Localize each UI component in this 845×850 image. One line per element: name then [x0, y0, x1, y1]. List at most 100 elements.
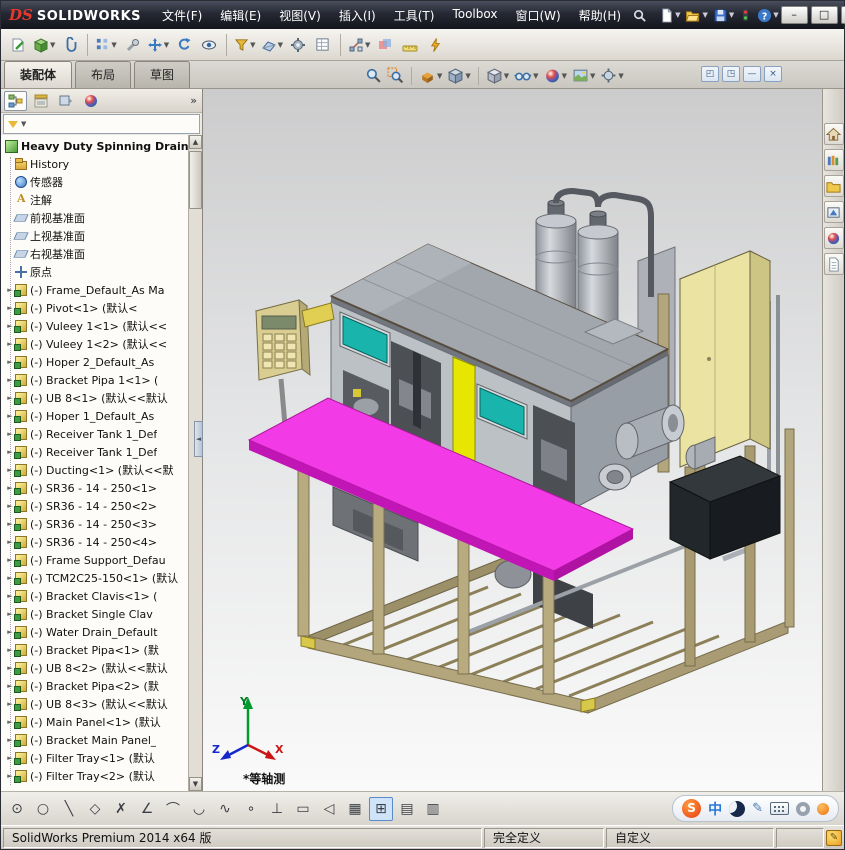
tree-item[interactable]: ► (-) Receiver Tank 1_Def	[5, 425, 188, 443]
tree-item[interactable]: ► (-) Ducting<1> (默认<<默	[5, 461, 188, 479]
tree-item[interactable]: ► (-) UB 8<3> (默认<<默认	[5, 695, 188, 713]
save-document-icon[interactable]: ▼	[711, 6, 736, 25]
tree-item[interactable]: ► (-) Frame Support_Defau	[5, 551, 188, 569]
featuremanager-tab-icon[interactable]	[4, 90, 27, 111]
trim-entities-icon[interactable]: ✗	[109, 797, 133, 821]
motion-study-icon[interactable]	[286, 32, 310, 58]
sketch-fillet-icon[interactable]: ∠	[135, 797, 159, 821]
tree-item[interactable]: ► (-) Filter Tray<2> (默认	[5, 767, 188, 785]
tree-item[interactable]: ► (-) Main Panel<1> (默认	[5, 713, 188, 731]
command-search-icon[interactable]	[630, 6, 649, 25]
new-document-icon[interactable]: ▼	[657, 6, 682, 25]
section-view-icon[interactable]: ▼	[417, 64, 444, 87]
tree-item[interactable]: ► (-) Bracket Pipa<2> (默	[5, 677, 188, 695]
view-palette-icon[interactable]	[823, 201, 844, 223]
filter-dropdown-icon[interactable]: ▼	[21, 120, 26, 128]
hide-show-items-icon[interactable]: ▼	[512, 64, 540, 87]
tree-item[interactable]: ► History	[5, 155, 188, 173]
soft-keyboard-icon[interactable]	[770, 802, 789, 815]
tree-item[interactable]: ► (-) SR36 - 14 - 250<4>	[5, 533, 188, 551]
tree-item[interactable]: ► (-) UB 8<1> (默认<<默认	[5, 389, 188, 407]
command-tab[interactable]: 草图	[134, 61, 191, 88]
tree-item[interactable]: ► (-) Bracket Pipa<1> (默	[5, 641, 188, 659]
displaymanager-tab-icon[interactable]	[79, 91, 102, 111]
scroll-track[interactable]	[189, 149, 202, 777]
resources-home-icon[interactable]	[823, 123, 844, 145]
graphics-viewport[interactable]: Y X Z *等轴测	[203, 89, 822, 791]
tree-item[interactable]: ► (-) Hoper 1_Default_As	[5, 407, 188, 425]
tree-item[interactable]: ► (-) Receiver Tank 1_Def	[5, 443, 188, 461]
sogou-logo-icon[interactable]: S	[682, 799, 702, 818]
tree-item[interactable]: ► (-) Bracket Main Panel_	[5, 731, 188, 749]
menu-item[interactable]: 文件(F)	[153, 1, 211, 30]
customize-label[interactable]: 自定义	[606, 827, 774, 848]
ime-language-mode[interactable]: 中	[708, 799, 722, 819]
assembly-features-icon[interactable]: ▼	[232, 32, 257, 58]
hatch-icon[interactable]: ▥	[421, 797, 445, 821]
tree-item[interactable]: ► (-) TCM2C25-150<1> (默认	[5, 569, 188, 587]
line-icon[interactable]: ╲	[57, 797, 81, 821]
interference-detection-icon[interactable]	[373, 32, 397, 58]
rebuild-icon[interactable]	[737, 5, 754, 25]
tree-item[interactable]: ► (-) Bracket Single Clav	[5, 605, 188, 623]
linear-sketch-pattern-icon[interactable]: ▦	[343, 797, 367, 821]
tree-item[interactable]: ► 传感器	[5, 173, 188, 191]
zoom-area-icon[interactable]	[385, 64, 406, 87]
smart-fasteners-icon[interactable]	[120, 32, 144, 58]
menu-item[interactable]: 工具(T)	[385, 1, 444, 30]
scroll-down-icon[interactable]: ▼	[189, 777, 202, 791]
exploded-view-icon[interactable]: ▼	[346, 32, 372, 58]
window-restore-icon[interactable]: ◳	[722, 66, 740, 82]
grid-snap-icon[interactable]: ⊞	[369, 796, 393, 821]
tree-item[interactable]: ► 右视基准面	[5, 245, 188, 263]
show-hide-components-icon[interactable]	[197, 32, 221, 58]
menu-item[interactable]: 帮助(H)	[570, 1, 630, 30]
tree-item[interactable]: ► 上视基准面	[5, 227, 188, 245]
circle-icon[interactable]: ○	[31, 797, 55, 821]
help-icon[interactable]: ? ▼	[755, 6, 780, 25]
propertymanager-tab-icon[interactable]	[29, 91, 52, 111]
component-pattern-icon[interactable]: ▼	[93, 32, 118, 58]
tree-root-item[interactable]: Heavy Duty Spinning Drain	[5, 137, 188, 155]
tree-item[interactable]: ► 注解	[5, 191, 188, 209]
arc-icon[interactable]: ⌒	[161, 797, 185, 821]
menu-item[interactable]: 编辑(E)	[211, 1, 270, 30]
menu-item[interactable]: 视图(V)	[270, 1, 330, 30]
bill-of-materials-icon[interactable]	[311, 32, 335, 58]
tangent-arc-icon[interactable]: ◡	[187, 797, 211, 821]
rotate-component-icon[interactable]	[172, 32, 196, 58]
close-button[interactable]: ×	[840, 6, 845, 24]
assembly-visualization-icon[interactable]	[423, 32, 447, 58]
tree-item[interactable]: ► (-) SR36 - 14 - 250<2>	[5, 497, 188, 515]
command-tab[interactable]: 布局	[75, 61, 132, 88]
smart-dimension-icon[interactable]: ⊙	[5, 797, 29, 821]
view-settings-icon[interactable]: ▼	[598, 64, 625, 87]
window-close-icon[interactable]: ×	[764, 66, 782, 82]
spline-icon[interactable]: ∿	[213, 797, 237, 821]
tree-item[interactable]: ► 前视基准面	[5, 209, 188, 227]
edit-appearance-icon[interactable]: ▼	[542, 64, 569, 87]
edit-component-icon[interactable]	[6, 32, 30, 58]
tree-item[interactable]: ► (-) Vuleey 1<2> (默认<<	[5, 335, 188, 353]
panel-overflow-chevron-icon[interactable]: »	[190, 94, 199, 107]
mate-icon[interactable]	[58, 32, 82, 58]
pen-icon[interactable]: ✎	[752, 801, 763, 816]
mirror-entities-icon[interactable]: ◁	[317, 797, 341, 821]
polygon-icon[interactable]: ◇	[83, 797, 107, 821]
rectangle-icon[interactable]: ▭	[291, 797, 315, 821]
maximize-button[interactable]: □	[810, 6, 838, 24]
menu-item[interactable]: 窗口(W)	[506, 1, 569, 30]
custom-properties-icon[interactable]	[823, 253, 844, 275]
design-library-icon[interactable]	[823, 149, 844, 171]
file-explorer-icon[interactable]	[823, 175, 844, 197]
window-cascade-icon[interactable]: ◰	[701, 66, 719, 82]
tree-item[interactable]: ► (-) Frame_Default_As Ma	[5, 281, 188, 299]
scroll-thumb[interactable]	[189, 151, 202, 209]
tree-scrollbar[interactable]: ▲ ▼	[188, 135, 202, 791]
tree-item[interactable]: ► (-) SR36 - 14 - 250<1>	[5, 479, 188, 497]
tree-item[interactable]: ► (-) UB 8<2> (默认<<默认	[5, 659, 188, 677]
menu-item[interactable]: 插入(I)	[330, 1, 385, 30]
window-minimize-icon[interactable]: —	[743, 66, 761, 82]
configurationmanager-tab-icon[interactable]	[54, 91, 77, 111]
apply-scene-icon[interactable]: ▼	[570, 64, 597, 87]
